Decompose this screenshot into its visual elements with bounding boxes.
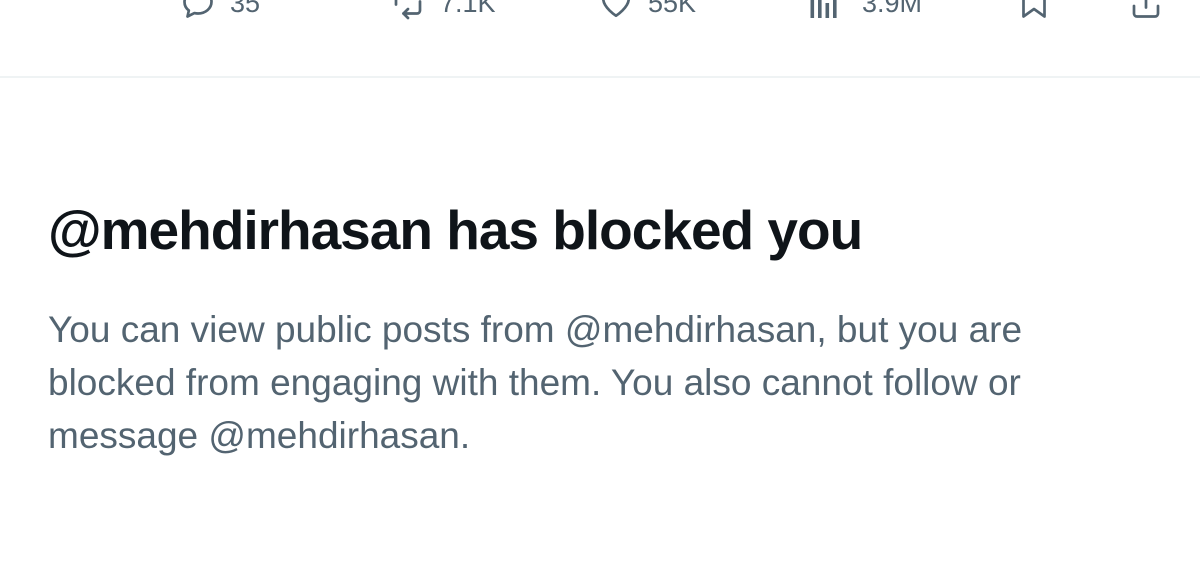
heart-icon [602,0,630,18]
blocked-title: @mehdirhasan has blocked you [48,199,863,261]
repost-icon [394,0,422,20]
views-button[interactable]: 3.9M [806,0,922,20]
views-count: 3.9M [862,0,923,18]
share-icon [1132,0,1160,18]
share-button[interactable] [1128,0,1164,20]
views-icon [810,0,837,18]
blocked-message: You can view public posts from @mehdirha… [48,309,1023,456]
reply-count: 35 [230,0,261,18]
like-button[interactable]: 55K [598,0,696,20]
repost-count: 7.1K [440,0,496,18]
tweet-action-bar: 35 7.1K 55K 3.9M [0,0,1200,78]
reply-button[interactable]: 35 [180,0,260,20]
like-count: 55K [648,0,697,18]
bookmark-button[interactable] [1016,0,1052,20]
bookmark-icon [1022,0,1046,18]
reply-icon [183,0,213,18]
repost-button[interactable]: 7.1K [390,0,496,20]
